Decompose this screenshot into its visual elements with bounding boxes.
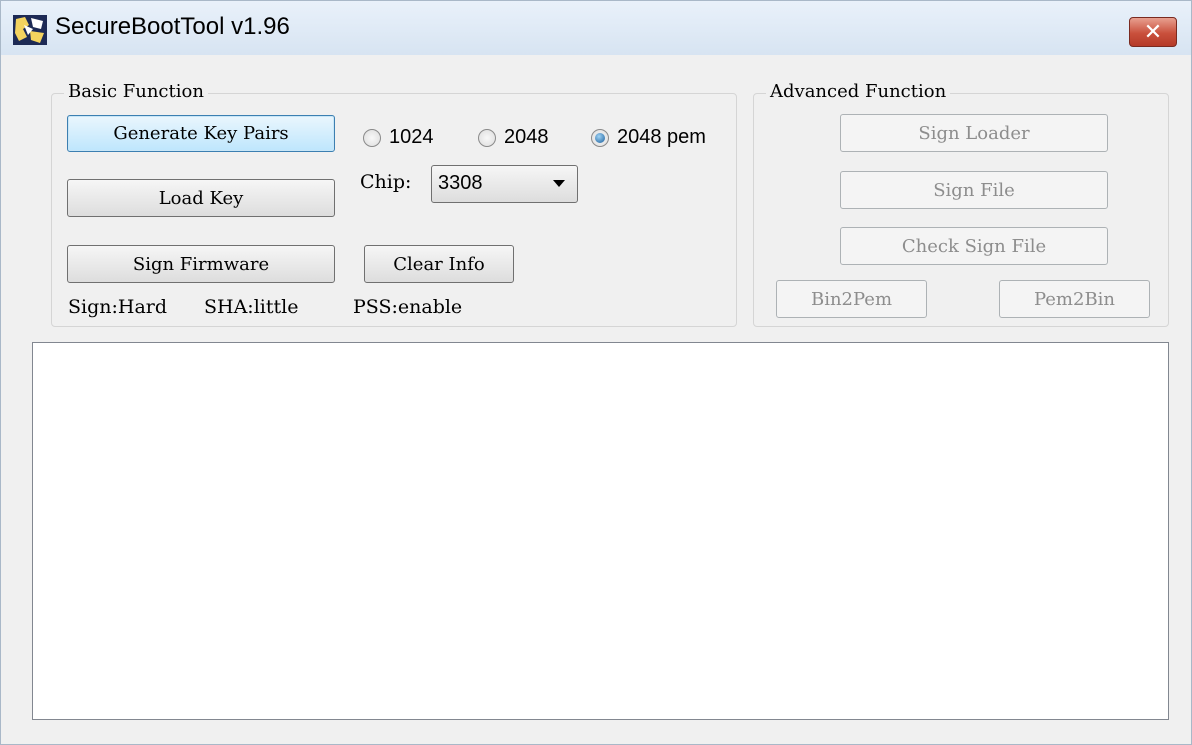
radio-2048-label: 2048	[504, 126, 549, 148]
status-sha: SHA:little	[204, 296, 299, 318]
chevron-down-icon[interactable]	[553, 180, 565, 187]
radio-1024-label: 1024	[389, 126, 434, 148]
main-window: SecureBootTool v1.96 ✕ Basic Function Ge…	[0, 0, 1192, 745]
close-icon: ✕	[1143, 19, 1163, 45]
clear-info-button[interactable]: Clear Info	[364, 245, 514, 283]
chip-select-value: 3308	[438, 172, 483, 194]
chip-label: Chip:	[360, 171, 412, 193]
radio-2048-pem-circle[interactable]	[591, 128, 609, 147]
radio-2048[interactable]: 2048	[478, 126, 549, 149]
basic-function-label: Basic Function	[64, 81, 208, 102]
chip-select[interactable]: 3308	[431, 165, 578, 203]
generate-key-pairs-button[interactable]: Generate Key Pairs	[67, 115, 335, 152]
close-button[interactable]: ✕	[1129, 17, 1177, 47]
sign-loader-button[interactable]: Sign Loader	[840, 114, 1108, 152]
sign-file-button[interactable]: Sign File	[840, 171, 1108, 209]
status-sign: Sign:Hard	[68, 296, 168, 318]
load-key-button[interactable]: Load Key	[67, 179, 335, 217]
window-title: SecureBootTool v1.96	[55, 13, 290, 40]
title-bar[interactable]: SecureBootTool v1.96 ✕	[1, 1, 1191, 55]
radio-1024[interactable]: 1024	[363, 126, 434, 149]
app-logo-icon	[13, 15, 47, 45]
status-pss: PSS:enable	[353, 296, 463, 318]
bin2pem-button[interactable]: Bin2Pem	[776, 280, 927, 318]
info-log-area[interactable]	[32, 342, 1169, 720]
pem2bin-button[interactable]: Pem2Bin	[999, 280, 1150, 318]
sign-firmware-button[interactable]: Sign Firmware	[67, 245, 335, 283]
check-sign-file-button[interactable]: Check Sign File	[840, 227, 1108, 265]
radio-2048-pem-label: 2048 pem	[617, 126, 706, 148]
radio-2048-circle[interactable]	[478, 128, 496, 147]
radio-2048-pem[interactable]: 2048 pem	[591, 126, 706, 149]
advanced-function-label: Advanced Function	[766, 81, 951, 102]
radio-1024-circle[interactable]	[363, 128, 381, 147]
